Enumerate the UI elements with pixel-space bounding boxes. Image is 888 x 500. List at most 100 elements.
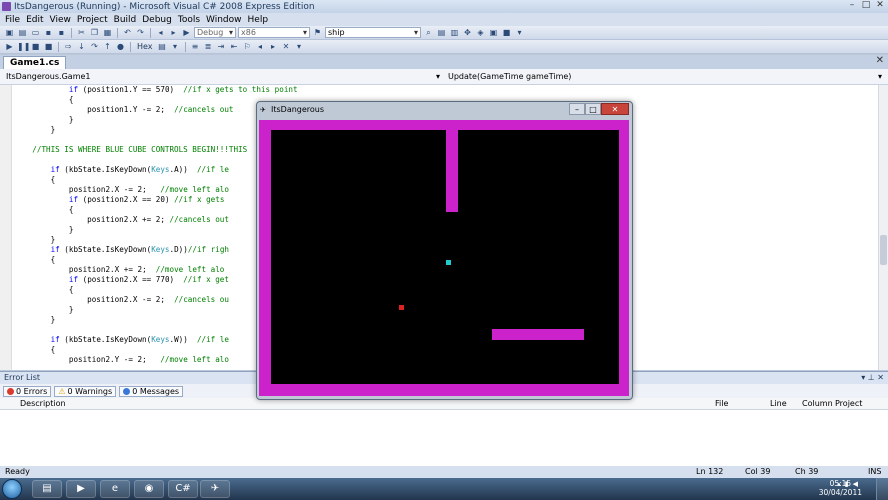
continue-icon[interactable]: ▶: [181, 28, 192, 38]
break-all-icon[interactable]: ❚❚: [17, 42, 30, 52]
game-taskbar-icon[interactable]: ✈: [200, 480, 230, 498]
menu-file[interactable]: File: [2, 15, 23, 25]
close-document-icon[interactable]: ✕: [876, 55, 884, 66]
class-combo[interactable]: ItsDangerous.Game1 ▾: [2, 71, 442, 83]
windows-icon[interactable]: ▤: [157, 42, 168, 52]
uncomment-icon[interactable]: ≣: [203, 42, 214, 52]
messages-count: 0 Messages: [132, 386, 180, 396]
toolbar-options-icon[interactable]: ▾: [514, 28, 525, 38]
start-page-icon[interactable]: ▣: [488, 28, 499, 38]
object-browser-icon[interactable]: ◈: [475, 28, 486, 38]
save-icon[interactable]: ▪: [43, 28, 54, 38]
copy-icon[interactable]: ❐: [89, 28, 100, 38]
show-next-statement-icon[interactable]: ⇨: [63, 42, 74, 52]
code-line: {: [14, 345, 56, 354]
chevron-down-icon: ▾: [413, 28, 418, 37]
status-text: Ready: [5, 467, 30, 476]
menu-project[interactable]: Project: [74, 15, 111, 25]
error-list-icon[interactable]: ■: [501, 28, 512, 38]
platform-combo[interactable]: x86 ▾: [238, 27, 310, 38]
start-debug-icon[interactable]: ▶: [4, 42, 15, 52]
show-desktop-button[interactable]: [876, 478, 888, 500]
hex-toggle[interactable]: Hex: [135, 42, 155, 51]
game-minimize-button[interactable]: –: [569, 103, 585, 115]
step-into-icon[interactable]: ↓: [76, 42, 87, 52]
scrollbar-thumb[interactable]: [880, 235, 887, 265]
prev-bookmark-icon[interactable]: ◂: [255, 42, 266, 52]
menu-view[interactable]: View: [47, 15, 74, 25]
start-button[interactable]: [2, 479, 22, 499]
step-out-icon[interactable]: ↑: [102, 42, 113, 52]
game-close-button[interactable]: ✕: [601, 103, 629, 115]
column-file[interactable]: File: [715, 398, 728, 410]
column-line[interactable]: Line: [770, 398, 787, 410]
media-taskbar-icon[interactable]: ▶: [66, 480, 96, 498]
game-window-title: ItsDangerous: [271, 105, 325, 114]
open-icon[interactable]: ▭: [30, 28, 41, 38]
vertical-scrollbar[interactable]: [878, 85, 888, 370]
messages-filter-button[interactable]: 0 Messages: [119, 385, 184, 397]
minimize-button[interactable]: –: [846, 0, 858, 11]
tab-game1-cs[interactable]: Game1.cs: [3, 56, 67, 69]
clear-bookmarks-icon[interactable]: ✕: [281, 42, 292, 52]
wmp-taskbar-icon[interactable]: ◉: [134, 480, 164, 498]
indent-icon[interactable]: ⇥: [216, 42, 227, 52]
new-project-icon[interactable]: ▣: [4, 28, 15, 38]
paste-icon[interactable]: ▦: [102, 28, 113, 38]
explorer-taskbar-icon[interactable]: ▤: [32, 480, 62, 498]
status-line: Ln 132: [696, 467, 724, 476]
find-in-files-icon[interactable]: ⚑: [312, 28, 323, 38]
comment-out-icon[interactable]: ≡: [190, 42, 201, 52]
menu-build[interactable]: Build: [111, 15, 140, 25]
toolbar-options-icon[interactable]: ▾: [294, 42, 305, 52]
redo-icon[interactable]: ↷: [135, 28, 146, 38]
errors-filter-button[interactable]: 0 Errors: [3, 385, 52, 397]
game-canvas[interactable]: [259, 120, 629, 396]
menu-help[interactable]: Help: [245, 15, 272, 25]
add-item-icon[interactable]: ▤: [17, 28, 28, 38]
ie-taskbar-icon[interactable]: e: [100, 480, 130, 498]
chevron-down-icon[interactable]: ▾: [170, 42, 181, 52]
column-project[interactable]: Project: [835, 398, 862, 410]
game-window[interactable]: ✈ ItsDangerous – □ ✕: [256, 101, 633, 400]
method-combo-value: Update(GameTime gameTime): [448, 72, 572, 81]
taskbar-clock[interactable]: 05:15 30/04/2011: [819, 479, 862, 497]
find-value: ship: [328, 28, 345, 37]
code-line: }: [14, 115, 74, 124]
panel-dropdown-icon[interactable]: ▾: [861, 373, 865, 382]
game-app-icon: ✈: [260, 106, 266, 114]
stop-debug-icon[interactable]: ■: [30, 42, 41, 52]
csharp-taskbar-icon[interactable]: C#: [168, 480, 198, 498]
navigate-forward-icon[interactable]: ▸: [168, 28, 179, 38]
menu-edit[interactable]: Edit: [23, 15, 46, 25]
column-description[interactable]: Description: [20, 398, 66, 410]
panel-pin-icon[interactable]: ⊥: [868, 373, 875, 382]
properties-icon[interactable]: ▥: [449, 28, 460, 38]
bookmark-icon[interactable]: ⚐: [242, 42, 253, 52]
find-combo[interactable]: ship ▾: [325, 27, 421, 38]
breakpoints-icon[interactable]: ●: [115, 42, 126, 52]
panel-close-icon[interactable]: ✕: [877, 373, 884, 382]
column-column[interactable]: Column: [802, 398, 833, 410]
method-combo[interactable]: Update(GameTime gameTime) ▾: [444, 71, 884, 83]
solution-config-combo[interactable]: Debug ▾: [194, 27, 236, 38]
code-line: {: [14, 175, 56, 184]
save-all-icon[interactable]: ▪: [56, 28, 67, 38]
solution-explorer-icon[interactable]: ▤: [436, 28, 447, 38]
game-maximize-button[interactable]: □: [585, 103, 601, 115]
warnings-filter-button[interactable]: ⚠ 0 Warnings: [54, 385, 117, 397]
cut-icon[interactable]: ✂: [76, 28, 87, 38]
close-button[interactable]: ✕: [874, 0, 886, 11]
maximize-button[interactable]: □: [860, 0, 872, 11]
restart-icon[interactable]: ■: [43, 42, 54, 52]
find-icon[interactable]: ⌕: [423, 28, 434, 38]
step-over-icon[interactable]: ↷: [89, 42, 100, 52]
navigate-back-icon[interactable]: ◂: [155, 28, 166, 38]
outdent-icon[interactable]: ⇤: [229, 42, 240, 52]
menu-window[interactable]: Window: [203, 15, 245, 25]
undo-icon[interactable]: ↶: [122, 28, 133, 38]
toolbox-icon[interactable]: ✥: [462, 28, 473, 38]
menu-tools[interactable]: Tools: [175, 15, 203, 25]
next-bookmark-icon[interactable]: ▸: [268, 42, 279, 52]
menu-debug[interactable]: Debug: [139, 15, 175, 25]
